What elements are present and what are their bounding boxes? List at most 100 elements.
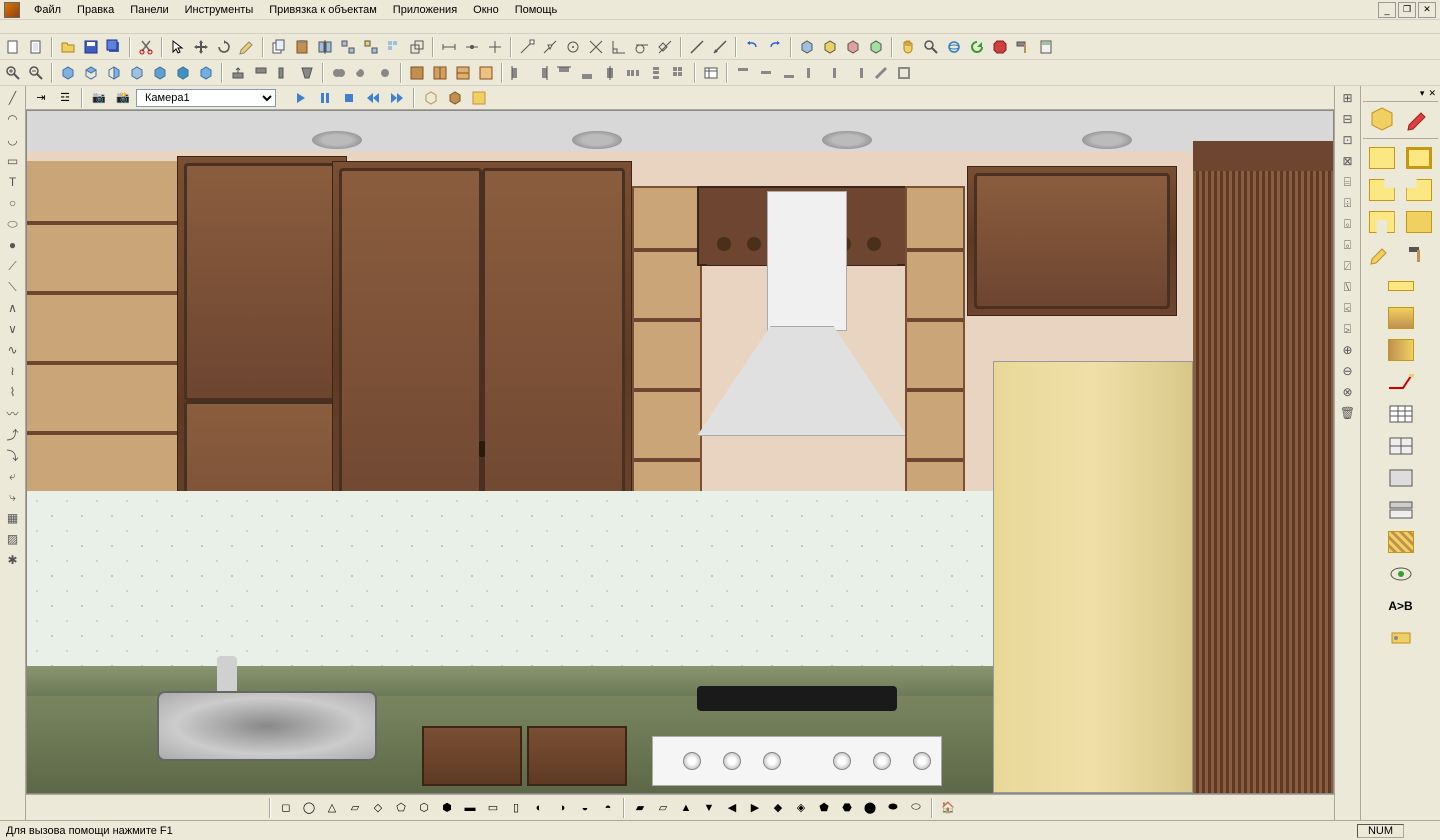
r1-o[interactable]: ⊗ [1337, 382, 1359, 402]
hand-button[interactable] [897, 36, 919, 58]
close-button[interactable]: ✕ [1418, 2, 1436, 18]
mirror-button[interactable] [314, 36, 336, 58]
op-3-button[interactable] [778, 62, 800, 84]
lib-eye-icon[interactable] [1363, 559, 1438, 589]
lib-edit-icon[interactable] [1401, 104, 1439, 134]
draw-nurbs-icon[interactable]: 〰 [2, 403, 24, 423]
op-2-button[interactable] [755, 62, 777, 84]
r1-trash-icon[interactable]: 🗑 [1337, 403, 1359, 423]
view-front-button[interactable] [57, 62, 79, 84]
extrude-d-button[interactable] [296, 62, 318, 84]
draw-hatch-icon[interactable]: ▦ [2, 508, 24, 528]
lib-ab[interactable]: A>B [1363, 591, 1438, 621]
extrude-a-button[interactable] [227, 62, 249, 84]
shape-22[interactable]: ◆ [767, 798, 789, 818]
menu-help[interactable]: Помощь [507, 2, 566, 18]
lib-shape-rect[interactable] [1363, 143, 1401, 173]
bool-union-button[interactable] [328, 62, 350, 84]
snap-tangent-button[interactable] [631, 36, 653, 58]
panel-pin-icon[interactable]: ▾ [1418, 88, 1427, 101]
shape-8[interactable]: ⬢ [436, 798, 458, 818]
menu-file[interactable]: Файл [26, 2, 69, 18]
shape-14[interactable]: ◒ [574, 798, 596, 818]
dim-mid-button[interactable] [461, 36, 483, 58]
r1-k[interactable]: ⍃ [1337, 298, 1359, 318]
camera-icon[interactable]: 📷 [88, 87, 110, 109]
rewind-button[interactable] [362, 87, 384, 109]
panel-c-button[interactable] [452, 62, 474, 84]
shape-23[interactable]: ◈ [790, 798, 812, 818]
box-c-button[interactable] [842, 36, 864, 58]
lib-shape-rect2[interactable] [1401, 143, 1439, 173]
panel-b-button[interactable] [429, 62, 451, 84]
shape-28[interactable]: ⬭ [905, 798, 927, 818]
draw-curve2-icon[interactable]: ≀ [2, 361, 24, 381]
lib-grid2-icon[interactable] [1363, 431, 1438, 461]
zoom-in-button[interactable] [2, 62, 24, 84]
pointer-button[interactable] [167, 36, 189, 58]
draw-misc-icon[interactable]: ✱ [2, 550, 24, 570]
lib-last-icon[interactable] [1363, 623, 1438, 653]
op-6-button[interactable] [847, 62, 869, 84]
snap-intersect-button[interactable] [585, 36, 607, 58]
line-button[interactable] [686, 36, 708, 58]
ungroup-button[interactable] [360, 36, 382, 58]
lib-shape-l2[interactable] [1401, 175, 1439, 205]
lib-leader-icon[interactable] [1363, 367, 1438, 397]
shape-6[interactable]: ⬠ [390, 798, 412, 818]
stop-play-button[interactable] [338, 87, 360, 109]
menu-snap[interactable]: Привязка к объектам [261, 2, 385, 18]
array-button[interactable] [383, 36, 405, 58]
undo-button[interactable] [741, 36, 763, 58]
view-side-button[interactable] [103, 62, 125, 84]
draw-fill2-icon[interactable]: ▨ [2, 529, 24, 549]
lib-grid3-icon[interactable] [1363, 463, 1438, 493]
r1-h[interactable]: ⌻ [1337, 235, 1359, 255]
draw-text-icon[interactable]: T [2, 172, 24, 192]
lib-grid4-icon[interactable] [1363, 495, 1438, 525]
align-3-button[interactable] [553, 62, 575, 84]
draw-spline-icon[interactable]: ⌇ [2, 382, 24, 402]
edit-button[interactable] [236, 36, 258, 58]
snap-center-button[interactable] [562, 36, 584, 58]
shape-3[interactable]: △ [321, 798, 343, 818]
snap-end-button[interactable] [516, 36, 538, 58]
shape-25[interactable]: ⬣ [836, 798, 858, 818]
copy-button[interactable] [268, 36, 290, 58]
shape-24[interactable]: ⬟ [813, 798, 835, 818]
open-button[interactable] [57, 36, 79, 58]
draw-arc2-icon[interactable]: ◡ [2, 130, 24, 150]
align-5-button[interactable] [599, 62, 621, 84]
move-button[interactable] [190, 36, 212, 58]
shape-1[interactable]: ◻ [275, 798, 297, 818]
op-7-button[interactable] [870, 62, 892, 84]
new-variant-button[interactable] [25, 36, 47, 58]
camera-select[interactable]: Камера1 [136, 89, 276, 107]
restore-button[interactable]: ❐ [1398, 2, 1416, 18]
redo-button[interactable] [764, 36, 786, 58]
r1-b[interactable]: ⊟ [1337, 109, 1359, 129]
r1-i[interactable]: ⍁ [1337, 256, 1359, 276]
view-shade-icon[interactable] [444, 87, 466, 109]
r1-l[interactable]: ⍄ [1337, 319, 1359, 339]
extrude-b-button[interactable] [250, 62, 272, 84]
r1-j[interactable]: ⍂ [1337, 277, 1359, 297]
calc-button[interactable] [1035, 36, 1057, 58]
grid-button[interactable] [668, 62, 690, 84]
r1-f[interactable]: ⌹ [1337, 193, 1359, 213]
lib-shape-u1[interactable] [1363, 207, 1401, 237]
draw-path3-icon[interactable]: ⤶ [2, 466, 24, 486]
lib-grid1-icon[interactable] [1363, 399, 1438, 429]
cam-pin-icon[interactable]: ⇥ [30, 87, 52, 109]
draw-path2-icon[interactable]: ⤵ [2, 445, 24, 465]
r1-e[interactable]: ⌸ [1337, 172, 1359, 192]
lib-shape-hammer-icon[interactable] [1401, 239, 1439, 269]
save-button[interactable] [80, 36, 102, 58]
draw-rect-icon[interactable]: ▭ [2, 151, 24, 171]
box-a-button[interactable] [796, 36, 818, 58]
shape-19[interactable]: ▼ [698, 798, 720, 818]
shape-10[interactable]: ▭ [482, 798, 504, 818]
shape-4[interactable]: ▱ [344, 798, 366, 818]
cam-tree-icon[interactable]: ☲ [54, 87, 76, 109]
hammer-button[interactable] [1012, 36, 1034, 58]
